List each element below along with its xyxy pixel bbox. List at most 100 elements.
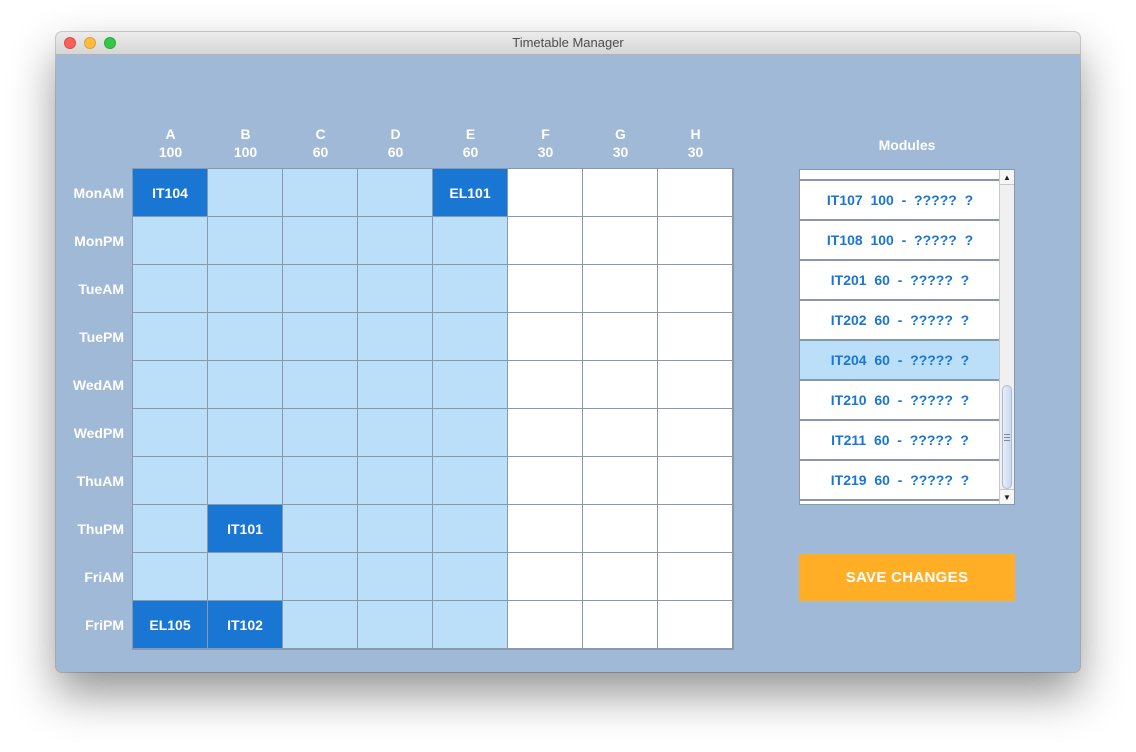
minimize-window-button[interactable]: [84, 37, 96, 49]
timetable-cell-fripm-a[interactable]: EL105: [133, 601, 208, 649]
timetable-cell-friam-d[interactable]: [358, 553, 433, 601]
close-window-button[interactable]: [64, 37, 76, 49]
timetable-cell-tueam-f[interactable]: [508, 265, 583, 313]
timetable-cell-monpm-e[interactable]: [433, 217, 508, 265]
timetable-cell-wedam-a[interactable]: [133, 361, 208, 409]
timetable-cell-friam-c[interactable]: [283, 553, 358, 601]
timetable-cell-tuepm-b[interactable]: [208, 313, 283, 361]
timetable-cell-monam-g[interactable]: [583, 169, 658, 217]
timetable-cell-wedpm-d[interactable]: [358, 409, 433, 457]
timetable-cell-wedpm-g[interactable]: [583, 409, 658, 457]
timetable-cell-monam-c[interactable]: [283, 169, 358, 217]
timetable-cell-wedam-d[interactable]: [358, 361, 433, 409]
timetable-cell-tuepm-f[interactable]: [508, 313, 583, 361]
timetable-cell-friam-a[interactable]: [133, 553, 208, 601]
timetable-cell-tuepm-a[interactable]: [133, 313, 208, 361]
timetable-cell-tueam-e[interactable]: [433, 265, 508, 313]
module-list-item[interactable]: IT107 100 - ????? ?: [800, 181, 1000, 221]
timetable-cell-wedpm-f[interactable]: [508, 409, 583, 457]
timetable-cell-wedpm-a[interactable]: [133, 409, 208, 457]
modules-scrollbar[interactable]: ▲ ▼: [999, 170, 1014, 504]
timetable-cell-wedpm-h[interactable]: [658, 409, 733, 457]
timetable-cell-thuam-g[interactable]: [583, 457, 658, 505]
timetable-cell-friam-e[interactable]: [433, 553, 508, 601]
module-list-item[interactable]: IT210 60 - ????? ?: [800, 381, 1000, 421]
timetable-cell-friam-f[interactable]: [508, 553, 583, 601]
timetable-cell-thuam-b[interactable]: [208, 457, 283, 505]
timetable-cell-tueam-b[interactable]: [208, 265, 283, 313]
timetable-cell-fripm-g[interactable]: [583, 601, 658, 649]
timetable-cell-monpm-f[interactable]: [508, 217, 583, 265]
timetable-cell-wedam-c[interactable]: [283, 361, 358, 409]
timetable-cell-fripm-e[interactable]: [433, 601, 508, 649]
timetable-cell-monpm-b[interactable]: [208, 217, 283, 265]
timetable-cell-wedam-f[interactable]: [508, 361, 583, 409]
timetable-cell-tuepm-h[interactable]: [658, 313, 733, 361]
timetable-cell-thuam-d[interactable]: [358, 457, 433, 505]
timetable-cell-monam-h[interactable]: [658, 169, 733, 217]
timetable-cell-thupm-h[interactable]: [658, 505, 733, 553]
module-list-item[interactable]: IT211 60 - ????? ?: [800, 421, 1000, 461]
timetable-cell-friam-h[interactable]: [658, 553, 733, 601]
timetable-cell-monpm-h[interactable]: [658, 217, 733, 265]
module-list-item[interactable]: IT201 60 - ????? ?: [800, 261, 1000, 301]
timetable-cell-thuam-c[interactable]: [283, 457, 358, 505]
module-list-item[interactable]: IT108 100 - ????? ?: [800, 221, 1000, 261]
timetable-cell-monpm-d[interactable]: [358, 217, 433, 265]
scroll-up-arrow-icon[interactable]: ▲: [1000, 170, 1014, 185]
timetable-cell-wedpm-e[interactable]: [433, 409, 508, 457]
timetable-cell-tueam-a[interactable]: [133, 265, 208, 313]
timetable-cell-thupm-b[interactable]: IT101: [208, 505, 283, 553]
module-list-item[interactable]: IT219 60 - ????? ?: [800, 461, 1000, 501]
timetable-cell-tueam-h[interactable]: [658, 265, 733, 313]
timetable-cell-friam-b[interactable]: [208, 553, 283, 601]
timetable-cell-wedam-b[interactable]: [208, 361, 283, 409]
timetable-cell-wedam-e[interactable]: [433, 361, 508, 409]
timetable-cell-fripm-c[interactable]: [283, 601, 358, 649]
timetable-cell-wedpm-b[interactable]: [208, 409, 283, 457]
timetable-cell-monam-f[interactable]: [508, 169, 583, 217]
timetable-cell-wedpm-c[interactable]: [283, 409, 358, 457]
scroll-down-arrow-icon[interactable]: ▼: [1000, 489, 1014, 504]
timetable-cell-tueam-c[interactable]: [283, 265, 358, 313]
timetable-cell-monpm-a[interactable]: [133, 217, 208, 265]
timetable-cell-thupm-e[interactable]: [433, 505, 508, 553]
timetable-cell-tuepm-g[interactable]: [583, 313, 658, 361]
title-bar[interactable]: Timetable Manager: [56, 32, 1080, 55]
timetable-cell-wedam-g[interactable]: [583, 361, 658, 409]
module-list-item[interactable]: [800, 501, 1000, 504]
timetable-cell-monam-a[interactable]: IT104: [133, 169, 208, 217]
timetable-cell-thupm-c[interactable]: [283, 505, 358, 553]
timetable-cell-friam-g[interactable]: [583, 553, 658, 601]
timetable-cell-tuepm-c[interactable]: [283, 313, 358, 361]
timetable-cell-thupm-g[interactable]: [583, 505, 658, 553]
modules-list[interactable]: IT107 100 - ????? ? IT108 100 - ????? ? IT…: [799, 169, 1015, 505]
module-list-item[interactable]: IT204 60 - ????? ?: [800, 341, 1000, 381]
timetable-cell-tuepm-e[interactable]: [433, 313, 508, 361]
timetable-cell-monpm-g[interactable]: [583, 217, 658, 265]
timetable-cell-fripm-f[interactable]: [508, 601, 583, 649]
module-list-item[interactable]: IT202 60 - ????? ?: [800, 301, 1000, 341]
scroll-track[interactable]: [1000, 185, 1014, 489]
module-list-item[interactable]: [800, 170, 1000, 181]
timetable-cell-wedam-h[interactable]: [658, 361, 733, 409]
timetable-cell-tuepm-d[interactable]: [358, 313, 433, 361]
timetable-cell-fripm-d[interactable]: [358, 601, 433, 649]
timetable-cell-thupm-d[interactable]: [358, 505, 433, 553]
timetable-cell-tueam-g[interactable]: [583, 265, 658, 313]
timetable-cell-thuam-a[interactable]: [133, 457, 208, 505]
timetable-cell-thupm-a[interactable]: [133, 505, 208, 553]
timetable-cell-fripm-h[interactable]: [658, 601, 733, 649]
save-changes-button[interactable]: SAVE CHANGES: [799, 554, 1015, 601]
timetable-cell-monpm-c[interactable]: [283, 217, 358, 265]
timetable-cell-thuam-e[interactable]: [433, 457, 508, 505]
timetable-cell-monam-e[interactable]: EL101: [433, 169, 508, 217]
timetable-cell-fripm-b[interactable]: IT102: [208, 601, 283, 649]
scroll-thumb[interactable]: [1002, 385, 1012, 489]
zoom-window-button[interactable]: [104, 37, 116, 49]
timetable-cell-tueam-d[interactable]: [358, 265, 433, 313]
timetable-cell-thuam-f[interactable]: [508, 457, 583, 505]
timetable-cell-monam-d[interactable]: [358, 169, 433, 217]
timetable-cell-thupm-f[interactable]: [508, 505, 583, 553]
timetable-cell-thuam-h[interactable]: [658, 457, 733, 505]
